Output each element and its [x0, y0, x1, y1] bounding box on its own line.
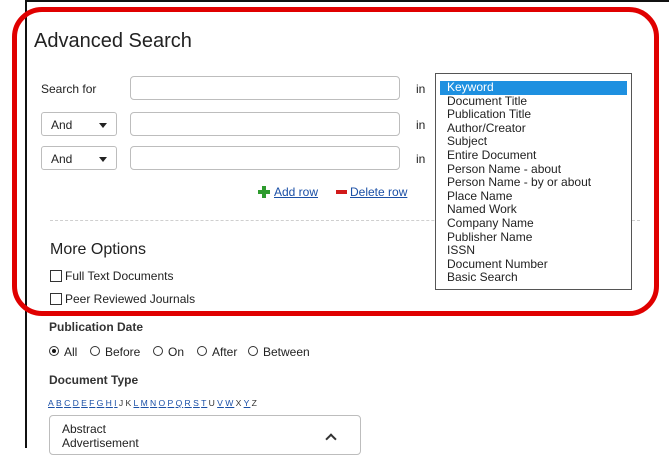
search-input-3[interactable]	[130, 146, 400, 170]
field-option[interactable]: Person Name - about	[436, 162, 631, 177]
advanced-search-page: Advanced Search Search for in And in And…	[0, 0, 669, 455]
in-label-3: in	[416, 152, 426, 166]
add-row-label: Add row	[274, 185, 319, 199]
alphabet-letter[interactable]: Q	[176, 398, 184, 408]
alphabet-letter[interactable]: B	[56, 398, 63, 408]
left-border	[25, 0, 27, 448]
radio-icon	[153, 346, 163, 356]
date-radio-label: All	[64, 345, 78, 359]
field-option[interactable]: Entire Document	[436, 148, 631, 163]
more-options-title: More Options	[50, 241, 147, 258]
field-option[interactable]: Company Name	[436, 216, 631, 231]
boolean-operator-select-2[interactable]: And	[41, 112, 117, 136]
add-row-link[interactable]: Add row	[258, 185, 318, 199]
date-radio-label: On	[168, 345, 185, 359]
alphabet-letter[interactable]: E	[81, 398, 88, 408]
field-option[interactable]: Named Work	[436, 203, 631, 217]
document-type-title: Document Type	[49, 373, 139, 387]
date-radio-label: After	[212, 345, 238, 359]
field-option[interactable]: Place Name	[436, 189, 631, 204]
alphabet-letter[interactable]: H	[106, 398, 113, 408]
field-option[interactable]: Person Name - by or about	[436, 176, 631, 190]
field-option[interactable]: Keyword	[440, 80, 627, 95]
alphabet-letter[interactable]: R	[185, 398, 192, 408]
alphabet-letter: X	[235, 398, 243, 408]
alphabet-letter: U	[208, 398, 216, 408]
field-option[interactable]: Subject	[436, 135, 631, 149]
radio-selected-icon	[49, 346, 59, 356]
delete-row-link[interactable]: Delete row	[336, 185, 407, 199]
alphabet-letter[interactable]: V	[217, 398, 224, 408]
publication-date-title: Publication Date	[49, 320, 144, 334]
search-input-2[interactable]	[130, 112, 400, 136]
alphabet-letter[interactable]: A	[48, 398, 55, 408]
peer-reviewed-label: Peer Reviewed Journals	[65, 292, 196, 306]
alphabet-letter[interactable]: N	[150, 398, 157, 408]
radio-icon	[197, 346, 207, 356]
field-option[interactable]: ISSN	[436, 244, 631, 258]
in-label-1: in	[416, 82, 426, 96]
alphabet-letter[interactable]: W	[225, 398, 234, 408]
full-text-checkbox[interactable]	[50, 270, 62, 282]
field-option[interactable]: Basic Search	[436, 271, 631, 285]
document-type-item[interactable]: Abstract	[62, 422, 106, 436]
alphabet-letter[interactable]: Y	[244, 398, 251, 408]
date-radio-label: Between	[263, 345, 310, 359]
minus-icon	[336, 190, 347, 194]
field-option[interactable]: Author/Creator	[436, 121, 631, 136]
alphabet-letter[interactable]: G	[97, 398, 105, 408]
field-option[interactable]: Document Number	[436, 257, 631, 272]
radio-icon	[90, 346, 100, 356]
delete-row-label: Delete row	[350, 185, 408, 199]
top-border	[25, 0, 669, 2]
alphabet-letter[interactable]: I	[114, 398, 117, 408]
chevron-up-icon[interactable]	[326, 433, 336, 443]
alphabet-letter[interactable]: L	[133, 398, 139, 408]
alphabet-letter[interactable]: F	[89, 398, 95, 408]
document-type-list[interactable]: Abstract Advertisement	[49, 415, 361, 455]
date-radio-label: Before	[105, 345, 141, 359]
radio-icon	[248, 346, 258, 356]
in-label-2: in	[416, 118, 426, 132]
alphabet-letter[interactable]: P	[168, 398, 175, 408]
caret-down-icon	[99, 123, 107, 128]
peer-reviewed-checkbox[interactable]	[50, 293, 62, 305]
alphabet-index: ABCDEFGHIJKLMNOPQRSTUVWXYZ	[48, 398, 259, 408]
alphabet-letter[interactable]: T	[201, 398, 207, 408]
boolean-operator-select-3[interactable]: And	[41, 146, 117, 170]
search-field-listbox[interactable]: Keyword Document Title Publication Title Au…	[435, 73, 632, 290]
field-option[interactable]: Publication Title	[436, 108, 631, 122]
search-input-1[interactable]	[130, 76, 400, 100]
alphabet-letter[interactable]: M	[141, 398, 149, 408]
plus-icon	[258, 186, 270, 198]
alphabet-letter[interactable]: O	[159, 398, 167, 408]
page-title: Advanced Search	[34, 30, 192, 52]
alphabet-letter: Z	[251, 398, 258, 408]
search-for-label: Search for	[41, 82, 97, 96]
boolean-operator-value: And	[51, 118, 73, 132]
alphabet-letter: J	[118, 398, 125, 408]
field-option[interactable]: Document Title	[436, 94, 631, 109]
caret-down-icon	[99, 157, 107, 162]
boolean-operator-value: And	[51, 152, 73, 166]
alphabet-letter[interactable]: D	[73, 398, 80, 408]
full-text-label: Full Text Documents	[65, 269, 174, 283]
alphabet-letter: K	[125, 398, 133, 408]
alphabet-letter[interactable]: C	[64, 398, 71, 408]
alphabet-letter[interactable]: S	[193, 398, 200, 408]
field-option[interactable]: Publisher Name	[436, 230, 631, 245]
